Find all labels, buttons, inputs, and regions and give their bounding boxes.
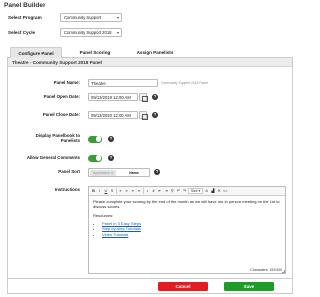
display-panelbook-label-line2: Panelists [60,138,80,143]
resource-link[interactable]: Video Tutorials [102,232,281,238]
numbered-list-icon[interactable]: # [151,188,156,194]
open-date-label: Panel Open Date: [43,94,80,99]
editor-content[interactable]: Please complete your scoring by the end … [93,199,281,237]
tab-configure-panel[interactable]: Configure Panel [10,47,62,58]
undo-icon[interactable]: ↶ [176,188,181,194]
program-filter: Select Program Community Support [8,12,122,23]
panel-name-hint: Community Support 2018 Panel [161,81,208,85]
configure-panel: Theatre - Community Support 2018 Panel P… [7,58,293,294]
source-icon[interactable]: <> [223,188,228,194]
help-icon[interactable]: ? [108,155,114,161]
instructions-label: Instructions [54,187,80,192]
close-date-label: Panel Close Date: [42,112,80,117]
toggle-knob [95,155,102,161]
program-select[interactable]: Community Support [60,13,122,22]
panel-header: Theatre - Community Support 2018 Panel [8,58,292,67]
program-label: Select Program [8,15,42,20]
bullet-list-icon[interactable]: • [145,188,150,194]
instructions-editor[interactable]: B I U S ≡ ≡ ≡ ≡ • # ⇤ ⇥ ⚲ ↶ ↷ Size ▾ A ▟… [88,186,286,274]
panel-name-label: Panel Name: [53,80,80,85]
page-title: Panel Builder [4,2,46,9]
redo-icon[interactable]: ↷ [182,188,187,194]
allow-comments-toggle[interactable] [88,154,102,162]
help-icon[interactable]: ? [154,169,160,175]
resources-list: Panel in 3 Easy Steps Step-by-step Tutor… [93,221,281,238]
cycle-select[interactable]: Community Support 2018 [60,28,122,37]
character-count: Characters: 192/400 [250,267,285,273]
toggle-knob [95,136,102,142]
toolbar-divider [142,188,144,194]
sort-option-application[interactable]: Application # [90,169,116,176]
chevron-down-icon [117,31,119,34]
align-left-icon[interactable]: ≡ [118,188,123,194]
cycle-filter: Select Cycle Community Support 2018 [8,27,122,38]
underline-icon[interactable]: U [103,188,108,194]
cancel-button[interactable]: Cancel [158,282,208,291]
instructions-paragraph: Please complete your scoring by the end … [93,199,280,210]
align-center-icon[interactable]: ≡ [124,188,129,194]
clear-format-icon[interactable]: ✕ [217,188,222,194]
cycle-value: Community Support 2018 [64,30,112,35]
font-size-label: Size [190,189,198,193]
action-bar: Cancel Save [8,278,293,293]
justify-icon[interactable]: ≡ [137,188,142,194]
display-panelbook-row: Display Panelbook to Panelists ? [8,133,294,144]
panel-sort-row: Panel Sort Application # Name ? [8,167,294,177]
help-icon[interactable]: ? [152,112,158,118]
calendar-icon[interactable] [139,93,148,102]
calendar-icon[interactable] [139,111,148,120]
italic-icon[interactable]: I [97,188,102,194]
allow-comments-row: Allow General Comments ? [8,153,294,163]
panel-sort-label: Panel Sort [58,169,80,174]
strikethrough-icon[interactable]: S [110,188,115,194]
editor-toolbar: B I U S ≡ ≡ ≡ ≡ • # ⇤ ⇥ ⚲ ↶ ↷ Size ▾ A ▟… [89,187,285,196]
indent-icon[interactable]: ⇥ [163,188,168,194]
font-size-select[interactable]: Size ▾ [188,188,203,194]
panel-name-row: Panel Name: Theatre Community Support 20… [8,78,294,88]
tab-panel-scoring[interactable]: Panel Scoring [69,47,121,58]
link-icon[interactable]: ⚲ [170,188,175,194]
panel-sort-control: Application # Name [88,167,150,177]
tab-bar: Configure Panel Panel Scoring Assign Pan… [7,47,293,58]
tab-assign-panelists[interactable]: Assign Panelists [127,47,183,58]
panel-name-input[interactable]: Theatre [88,79,158,87]
align-right-icon[interactable]: ≡ [130,188,135,194]
save-button[interactable]: Save [224,282,274,291]
outdent-icon[interactable]: ⇤ [157,188,162,194]
resources-heading: Resources: [93,213,114,219]
program-value: Community Support [64,15,102,20]
help-icon[interactable]: ? [108,136,114,142]
open-date-row: Panel Open Date: 09/13/2019 12:00 AM ? [8,92,294,102]
close-date-input[interactable]: 09/13/2020 12:00 AM [88,111,138,119]
chevron-down-icon [117,16,119,19]
display-panelbook-label: Display Panelbook to Panelists [36,133,80,143]
highlight-icon[interactable]: ▟ [210,188,215,194]
close-date-row: Panel Close Date: 09/13/2020 12:00 AM ? [8,110,294,120]
open-date-input[interactable]: 09/13/2019 12:00 AM [88,93,138,101]
toolbar-divider [115,188,117,194]
allow-comments-label: Allow General Comments [26,155,80,160]
bold-icon[interactable]: B [91,188,96,194]
cycle-label: Select Cycle [8,30,36,35]
sort-option-name[interactable]: Name [119,170,149,177]
help-icon[interactable]: ? [152,94,158,100]
text-color-icon[interactable]: A [204,188,209,194]
display-panelbook-toggle[interactable] [88,135,102,143]
